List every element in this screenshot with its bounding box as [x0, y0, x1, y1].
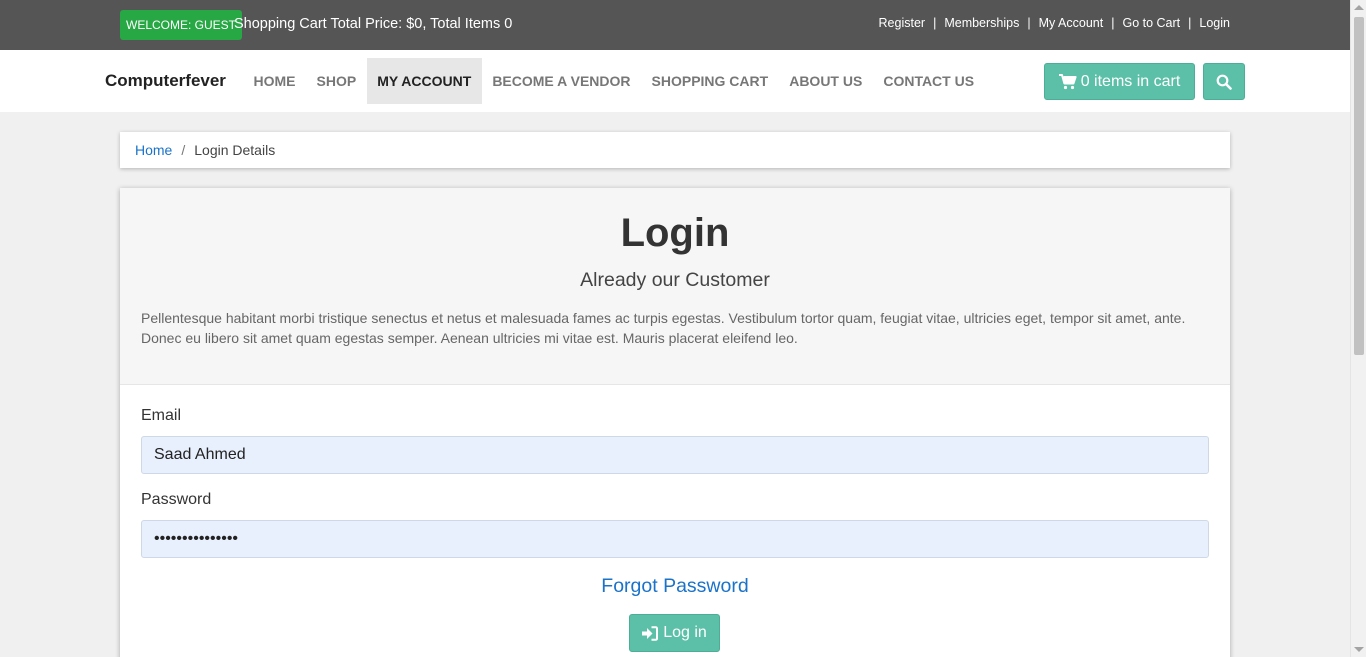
- password-field[interactable]: [141, 520, 1209, 558]
- breadcrumb: Home / Login Details: [120, 132, 1230, 168]
- top-link-separator: |: [1111, 16, 1115, 30]
- login-description: Pellentesque habitant morbi tristique se…: [141, 310, 1186, 346]
- nav-item-about-us[interactable]: ABOUT US: [779, 58, 873, 104]
- nav-item-become-a-vendor[interactable]: BECOME A VENDOR: [482, 58, 641, 104]
- email-label: Email: [141, 407, 182, 424]
- scroll-up-arrow[interactable]: [1354, 5, 1364, 10]
- cart-button[interactable]: 0 items in cart: [1044, 63, 1195, 100]
- nav-item-shopping-cart[interactable]: SHOPPING CART: [641, 58, 779, 104]
- login-subtitle: Already our Customer: [580, 269, 770, 291]
- top-links: Register | Memberships | My Account | Go…: [879, 14, 1230, 32]
- nav-item-home[interactable]: HOME: [243, 58, 306, 104]
- nav-menu: HOME SHOP MY ACCOUNT BECOME A VENDOR SHO…: [243, 58, 985, 104]
- login-card: Login Already our Customer Pellentesque …: [120, 188, 1230, 657]
- shopping-cart-icon: [1058, 73, 1077, 89]
- search-button[interactable]: [1203, 63, 1245, 100]
- breadcrumb-current: Login Details: [194, 142, 276, 158]
- scrollbar-thumb[interactable]: [1354, 17, 1364, 355]
- login-button[interactable]: Log in: [629, 614, 720, 652]
- top-link-separator: |: [1188, 16, 1192, 30]
- brand-logo[interactable]: Computerfever: [105, 70, 226, 92]
- top-link-separator: |: [1027, 16, 1031, 30]
- login-button-label: Log in: [663, 624, 707, 641]
- page-scrollbar[interactable]: [1350, 0, 1366, 657]
- breadcrumb-separator: /: [181, 142, 186, 158]
- nav-item-my-account[interactable]: MY ACCOUNT: [366, 58, 482, 104]
- nav-item-contact-us[interactable]: CONTACT US: [873, 58, 985, 104]
- cart-button-label: 0 items in cart: [1080, 72, 1181, 90]
- login-card-header: Login Already our Customer Pellentesque …: [120, 188, 1230, 385]
- nav-item-shop[interactable]: SHOP: [306, 58, 367, 104]
- sign-in-icon: [642, 625, 659, 641]
- breadcrumb-home-link[interactable]: Home: [135, 142, 172, 158]
- welcome-badge: WELCOME: GUEST: [120, 10, 243, 40]
- register-link[interactable]: Register: [879, 14, 926, 32]
- top-bar: WELCOME: GUEST Shopping Cart Total Price…: [0, 0, 1350, 50]
- forgot-password-link[interactable]: Forgot Password: [601, 575, 748, 597]
- top-link-separator: |: [933, 16, 937, 30]
- forgot-password-row: Forgot Password: [120, 574, 1230, 598]
- password-label: Password: [141, 491, 212, 508]
- email-field[interactable]: [141, 436, 1209, 474]
- scroll-down-arrow[interactable]: [1354, 647, 1364, 652]
- login-link[interactable]: Login: [1199, 14, 1230, 32]
- my-account-link[interactable]: My Account: [1039, 14, 1104, 32]
- go-to-cart-link[interactable]: Go to Cart: [1122, 14, 1180, 32]
- page-title: Login: [620, 211, 730, 255]
- memberships-link[interactable]: Memberships: [944, 14, 1019, 32]
- main-navbar: Computerfever HOME SHOP MY ACCOUNT BECOM…: [0, 50, 1350, 112]
- search-icon: [1216, 74, 1232, 90]
- cart-summary: Shopping Cart Total Price: $0, Total Ite…: [234, 16, 513, 32]
